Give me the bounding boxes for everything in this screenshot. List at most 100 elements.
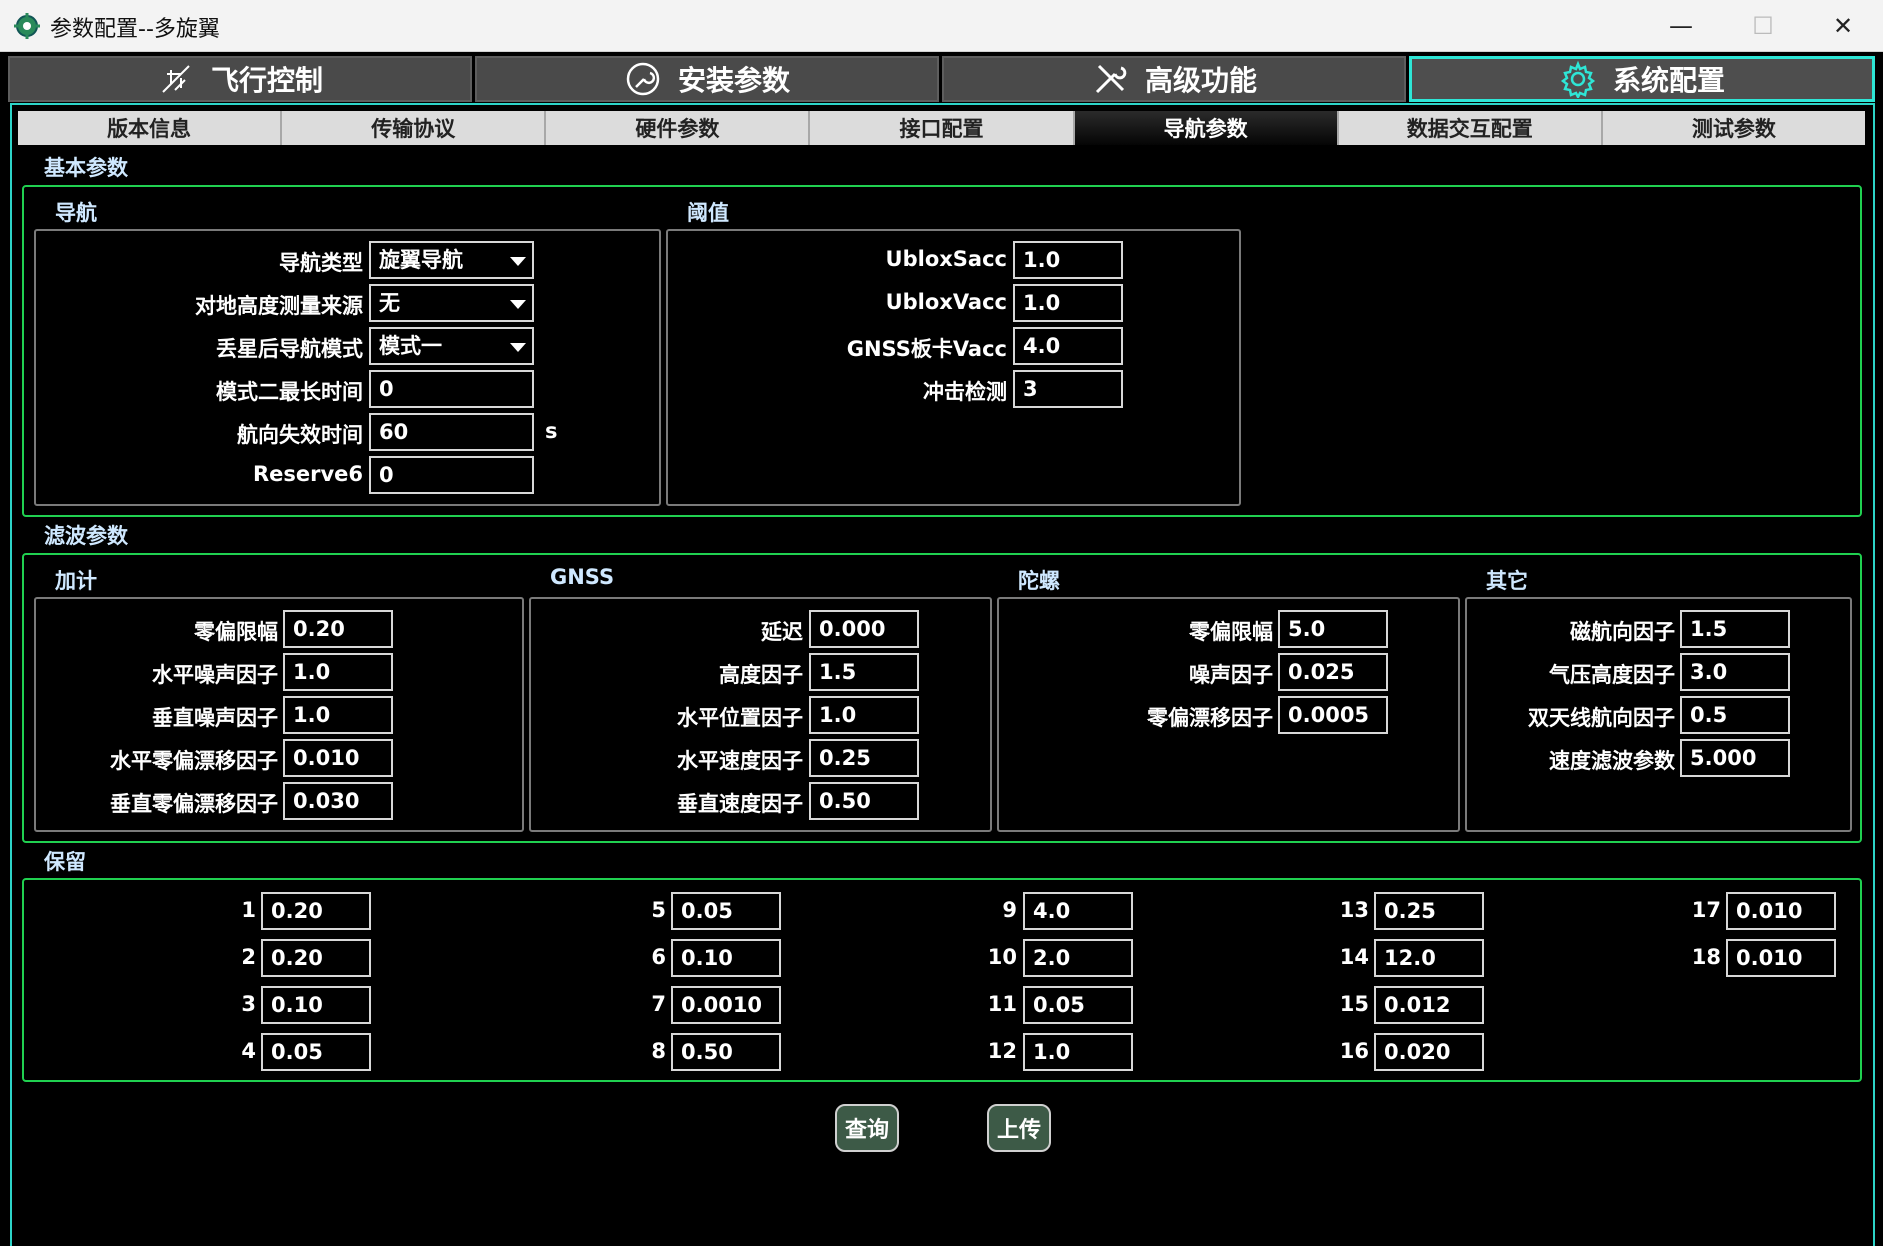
reserved-input-5[interactable]: 0.05 <box>671 892 781 930</box>
gnss-height-input[interactable]: 1.5 <box>809 653 919 691</box>
query-button[interactable]: 查询 <box>835 1104 899 1152</box>
reserved-label-14: 14 <box>1339 945 1369 969</box>
maximize-button[interactable]: ☐ <box>1725 0 1801 52</box>
dual-antenna-label: 双天线航向因子 <box>1528 706 1675 730</box>
upload-button[interactable]: 上传 <box>987 1104 1051 1152</box>
baro-height-input[interactable]: 3.0 <box>1680 653 1790 691</box>
ublox-vacc-input[interactable]: 1.0 <box>1013 284 1123 322</box>
tab-flight-control[interactable]: 飞行控制 <box>8 56 472 102</box>
reserved-label-5: 5 <box>651 898 666 922</box>
wrench-circle-icon <box>626 62 660 96</box>
reserve6-input[interactable]: 0 <box>369 456 534 494</box>
close-button[interactable]: ✕ <box>1805 0 1881 52</box>
reserved-input-13[interactable]: 0.25 <box>1374 892 1484 930</box>
gnss-h-pos-label: 水平位置因子 <box>677 706 803 730</box>
accel-h-noise-input[interactable]: 1.0 <box>283 653 393 691</box>
mode2-max-time-input[interactable]: 0 <box>369 370 534 408</box>
gnss-h-vel-input[interactable]: 0.25 <box>809 739 919 777</box>
reserved-input-16[interactable]: 0.020 <box>1374 1033 1484 1071</box>
threshold-panel-title: 阈值 <box>687 201 729 225</box>
subtab-interface-config[interactable]: 接口配置 <box>810 111 1075 145</box>
gnss-height-label: 高度因子 <box>719 663 803 687</box>
accel-panel <box>34 597 524 832</box>
reserved-input-2[interactable]: 0.20 <box>261 939 371 977</box>
gnss-vacc-input[interactable]: 4.0 <box>1013 327 1123 365</box>
heading-invalid-time-label: 航向失效时间 <box>237 423 363 447</box>
lost-sat-mode-label: 丢星后导航模式 <box>216 337 363 361</box>
accel-bias-limit-input[interactable]: 0.20 <box>283 610 393 648</box>
tab-advanced-functions[interactable]: 高级功能 <box>942 56 1406 102</box>
minimize-button[interactable]: — <box>1643 0 1719 52</box>
reserved-input-4[interactable]: 0.05 <box>261 1033 371 1071</box>
gnss-h-pos-input[interactable]: 1.0 <box>809 696 919 734</box>
gyro-bias-limit-input[interactable]: 5.0 <box>1278 610 1388 648</box>
heading-invalid-time-unit: s <box>545 419 558 443</box>
gyro-drift-label: 零偏漂移因子 <box>1147 706 1273 730</box>
ground-height-source-value: 无 <box>379 291 400 315</box>
subtab-data-exchange[interactable]: 数据交互配置 <box>1338 111 1603 145</box>
reserved-input-6[interactable]: 0.10 <box>671 939 781 977</box>
reserved-input-17[interactable]: 0.010 <box>1726 892 1836 930</box>
subtab-test-params[interactable]: 测试参数 <box>1602 111 1865 145</box>
reserved-label-16: 16 <box>1339 1039 1369 1063</box>
subtab-nav-params[interactable]: 导航参数 <box>1074 111 1339 145</box>
filter-params-title: 滤波参数 <box>44 524 128 548</box>
reserved-label-18: 18 <box>1691 945 1721 969</box>
velocity-filter-input[interactable]: 5.000 <box>1680 739 1790 777</box>
accel-v-noise-input[interactable]: 1.0 <box>283 696 393 734</box>
gnss-delay-input[interactable]: 0.000 <box>809 610 919 648</box>
reserved-label-2: 2 <box>241 945 256 969</box>
reserved-label-6: 6 <box>651 945 666 969</box>
lost-sat-mode-value: 模式一 <box>379 334 442 358</box>
gnss-h-vel-label: 水平速度因子 <box>677 749 803 773</box>
reserved-input-11[interactable]: 0.05 <box>1023 986 1133 1024</box>
gyro-noise-input[interactable]: 0.025 <box>1278 653 1388 691</box>
reserved-label-3: 3 <box>241 992 256 1016</box>
gnss-v-vel-input[interactable]: 0.50 <box>809 782 919 820</box>
reserved-input-9[interactable]: 4.0 <box>1023 892 1133 930</box>
reserved-input-15[interactable]: 0.012 <box>1374 986 1484 1024</box>
shock-detect-input[interactable]: 3 <box>1013 370 1123 408</box>
gear-icon <box>1560 60 1596 98</box>
basic-params-title: 基本参数 <box>44 156 128 180</box>
reserved-input-1[interactable]: 0.20 <box>261 892 371 930</box>
gnss-delay-label: 延迟 <box>761 620 803 644</box>
reserved-label-11: 11 <box>987 992 1017 1016</box>
gyro-noise-label: 噪声因子 <box>1189 663 1273 687</box>
nav-panel-title: 导航 <box>55 201 97 225</box>
accel-v-noise-label: 垂直噪声因子 <box>152 706 278 730</box>
nav-type-select[interactable]: 旋翼导航 <box>369 241 534 279</box>
mag-heading-input[interactable]: 1.5 <box>1680 610 1790 648</box>
tab-advanced-functions-label: 高级功能 <box>1144 64 1257 97</box>
mag-heading-label: 磁航向因子 <box>1570 620 1675 644</box>
dropdown-arrow-icon <box>510 343 526 352</box>
tab-install-params[interactable]: 安装参数 <box>475 56 939 102</box>
ground-height-source-select[interactable]: 无 <box>369 284 534 322</box>
title-bar: 参数配置--多旋翼 — ☐ ✕ <box>0 0 1883 52</box>
dual-antenna-input[interactable]: 0.5 <box>1680 696 1790 734</box>
reserved-input-7[interactable]: 0.0010 <box>671 986 781 1024</box>
reserved-input-12[interactable]: 1.0 <box>1023 1033 1133 1071</box>
ublox-sacc-label: UbloxSacc <box>885 247 1007 271</box>
reserved-input-10[interactable]: 2.0 <box>1023 939 1133 977</box>
reserved-label-17: 17 <box>1691 898 1721 922</box>
tab-system-config[interactable]: 系统配置 <box>1409 56 1875 102</box>
reserved-input-3[interactable]: 0.10 <box>261 986 371 1024</box>
ublox-sacc-input[interactable]: 1.0 <box>1013 241 1123 279</box>
accel-h-noise-label: 水平噪声因子 <box>152 663 278 687</box>
reserved-input-14[interactable]: 12.0 <box>1374 939 1484 977</box>
accel-h-drift-input[interactable]: 0.010 <box>283 739 393 777</box>
dropdown-arrow-icon <box>510 257 526 266</box>
gnss-v-vel-label: 垂直速度因子 <box>677 792 803 816</box>
tab-flight-control-label: 飞行控制 <box>210 64 323 97</box>
accel-v-drift-input[interactable]: 0.030 <box>283 782 393 820</box>
subtab-version-info[interactable]: 版本信息 <box>18 111 283 145</box>
heading-invalid-time-input[interactable]: 60 <box>369 413 534 451</box>
subtab-transport-protocol[interactable]: 传输协议 <box>282 111 547 145</box>
reserved-input-18[interactable]: 0.010 <box>1726 939 1836 977</box>
reserved-input-8[interactable]: 0.50 <box>671 1033 781 1071</box>
lost-sat-mode-select[interactable]: 模式一 <box>369 327 534 365</box>
subtab-hardware-params[interactable]: 硬件参数 <box>546 111 811 145</box>
gyro-drift-input[interactable]: 0.0005 <box>1278 696 1388 734</box>
reserved-label-10: 10 <box>987 945 1017 969</box>
